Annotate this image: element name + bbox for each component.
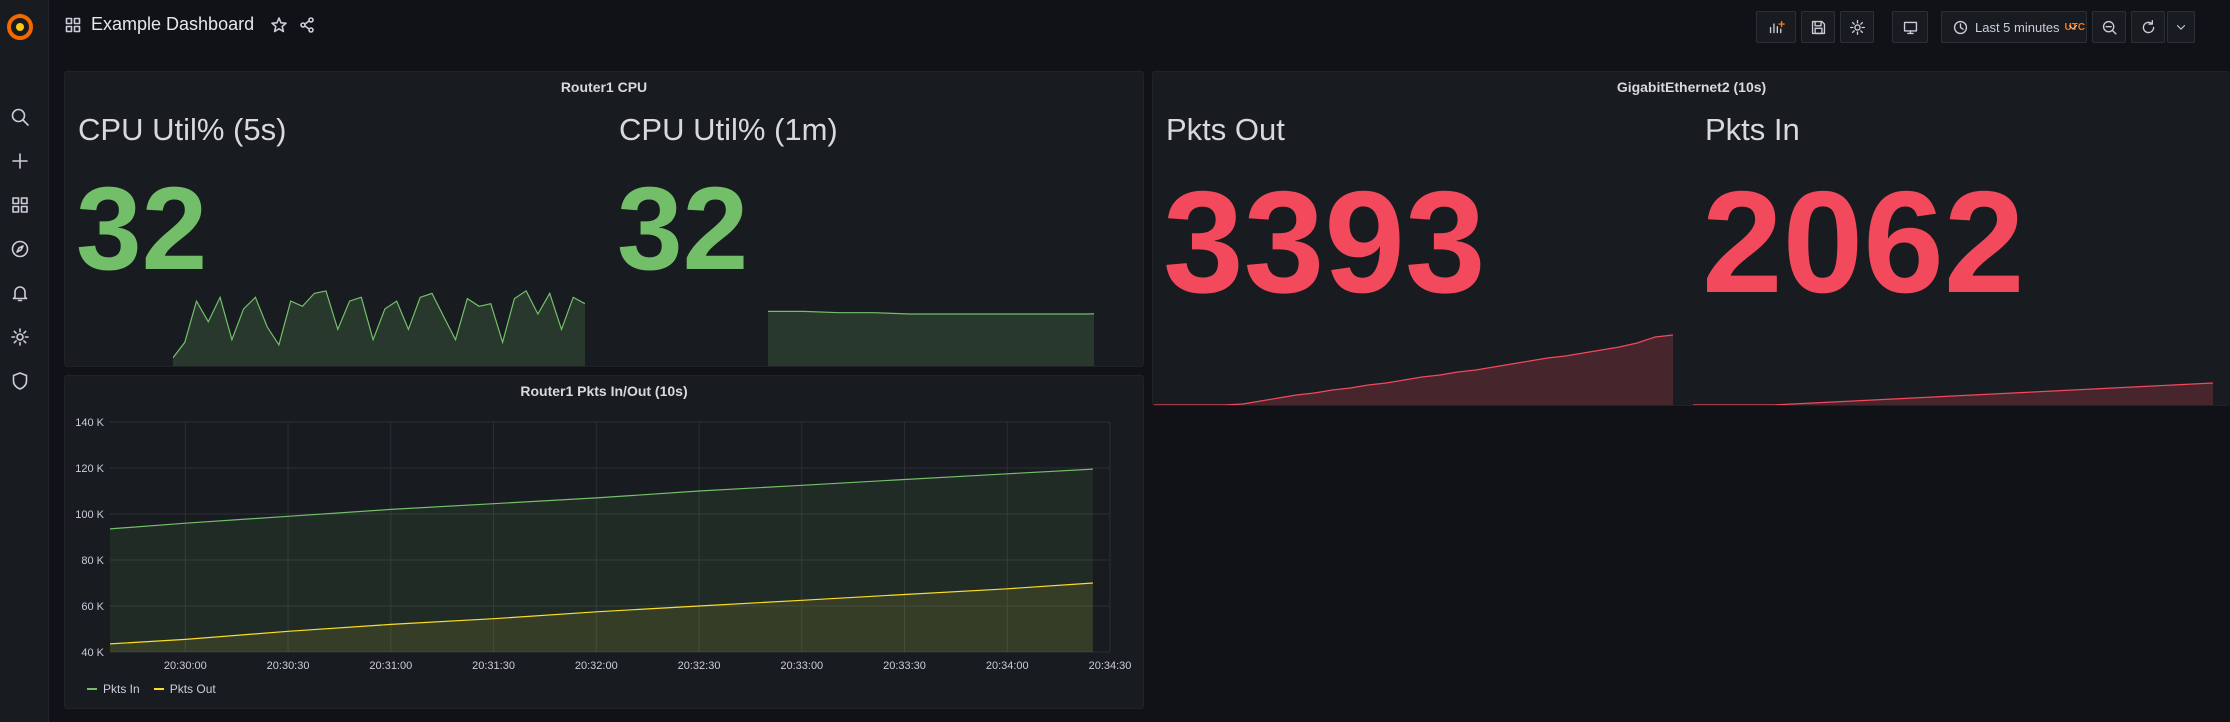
legend-swatch xyxy=(87,688,97,690)
add-panel-button[interactable] xyxy=(1756,11,1796,43)
topbar: Example Dashboard Last 5 minutes UTC xyxy=(49,0,2230,54)
save-dashboard-button[interactable] xyxy=(1801,11,1835,43)
x-tick-label: 20:31:00 xyxy=(369,660,412,672)
stat-name-cpu5s: CPU Util% (5s) xyxy=(78,112,287,147)
y-tick-label: 100 K xyxy=(75,509,104,521)
save-icon xyxy=(1811,20,1825,34)
x-tick-label: 20:30:00 xyxy=(164,660,207,672)
clock-icon xyxy=(1953,20,1968,34)
sidebar xyxy=(0,0,49,722)
search-icon[interactable] xyxy=(9,106,31,128)
chevron-down-icon xyxy=(2068,25,2078,30)
chart-legend: Pkts In Pkts Out xyxy=(87,682,216,696)
bell-icon[interactable] xyxy=(9,282,31,304)
refresh-interval-dropdown[interactable] xyxy=(2167,11,2195,43)
gear-icon[interactable] xyxy=(9,326,31,348)
x-tick-label: 20:30:30 xyxy=(267,660,310,672)
chevron-down-icon xyxy=(2176,25,2186,30)
settings-gear-icon xyxy=(1849,19,1865,35)
x-tick-label: 20:33:00 xyxy=(780,660,823,672)
x-tick-label: 20:32:00 xyxy=(575,660,618,672)
panel-title[interactable]: Router1 CPU xyxy=(65,79,1143,95)
add-panel-icon xyxy=(1769,20,1785,33)
x-tick-label: 20:31:30 xyxy=(472,660,515,672)
pkts-graph-panel: Router1 Pkts In/Out (10s) 40 K 60 K 80 K 10… xyxy=(64,375,1144,709)
tv-mode-button[interactable] xyxy=(1892,11,1928,43)
sparkline-pkts-out xyxy=(1153,334,1673,405)
legend-label: Pkts Out xyxy=(169,682,216,696)
monitor-icon xyxy=(1903,21,1917,34)
dashboard-settings-button[interactable] xyxy=(1840,11,1874,43)
legend-label: Pkts In xyxy=(103,682,140,696)
dashboards-icon[interactable] xyxy=(9,194,31,216)
x-tick-label: 20:34:30 xyxy=(1089,660,1132,672)
stat-value-cpu1m: 32 xyxy=(617,163,749,295)
time-picker-button[interactable]: Last 5 minutes UTC xyxy=(1941,11,2087,43)
panel-title[interactable]: GigabitEthernet2 (10s) xyxy=(1153,79,2230,95)
y-tick-label: 120 K xyxy=(75,463,104,475)
sparkline-cpu1m xyxy=(768,310,1094,366)
stat-name-pkts-in: Pkts In xyxy=(1705,112,1800,147)
router-cpu-panel: Router1 CPU CPU Util% (5s) 32 CPU Util% … xyxy=(64,71,1144,367)
sparkline-pkts-in xyxy=(1693,382,2213,405)
zoom-out-button[interactable] xyxy=(2092,11,2126,43)
legend-item-pkts-out[interactable]: Pkts Out xyxy=(153,682,216,696)
stat-name-cpu1m: CPU Util% (1m) xyxy=(619,112,838,147)
stat-value-pkts-out: 3393 xyxy=(1163,161,1486,323)
legend-item-pkts-in[interactable]: Pkts In xyxy=(87,682,140,696)
refresh-button[interactable] xyxy=(2131,11,2165,43)
y-tick-label: 140 K xyxy=(75,417,104,429)
gig2-panel: GigabitEthernet2 (10s) Pkts Out 3393 Pkt… xyxy=(1152,71,2230,406)
compass-icon[interactable] xyxy=(9,238,31,260)
plus-icon[interactable] xyxy=(9,150,31,172)
x-tick-label: 20:34:00 xyxy=(986,660,1029,672)
dashboard-grid-icon xyxy=(65,17,81,32)
y-tick-label: 60 K xyxy=(81,601,104,613)
star-icon[interactable] xyxy=(270,16,288,34)
grafana-logo-icon[interactable] xyxy=(3,10,37,44)
stat-value-cpu5s: 32 xyxy=(76,163,208,295)
pkts-line-chart[interactable]: 40 K 60 K 80 K 100 K 120 K 140 K 20:30:00 20:30… xyxy=(65,376,1144,709)
time-range-label: Last 5 minutes xyxy=(1975,19,2060,35)
stat-value-pkts-in: 2062 xyxy=(1702,161,2025,323)
dashboard-title[interactable]: Example Dashboard xyxy=(91,14,254,35)
legend-swatch xyxy=(153,688,164,690)
x-tick-label: 20:33:30 xyxy=(883,660,926,672)
y-tick-label: 40 K xyxy=(81,647,104,659)
stat-name-pkts-out: Pkts Out xyxy=(1166,112,1285,147)
sparkline-cpu5s xyxy=(173,290,585,366)
refresh-icon xyxy=(2142,19,2154,33)
share-icon[interactable] xyxy=(298,16,316,34)
y-tick-label: 80 K xyxy=(81,555,104,567)
shield-icon[interactable] xyxy=(9,370,31,392)
x-tick-label: 20:32:30 xyxy=(678,660,721,672)
zoom-out-icon xyxy=(2102,20,2117,35)
